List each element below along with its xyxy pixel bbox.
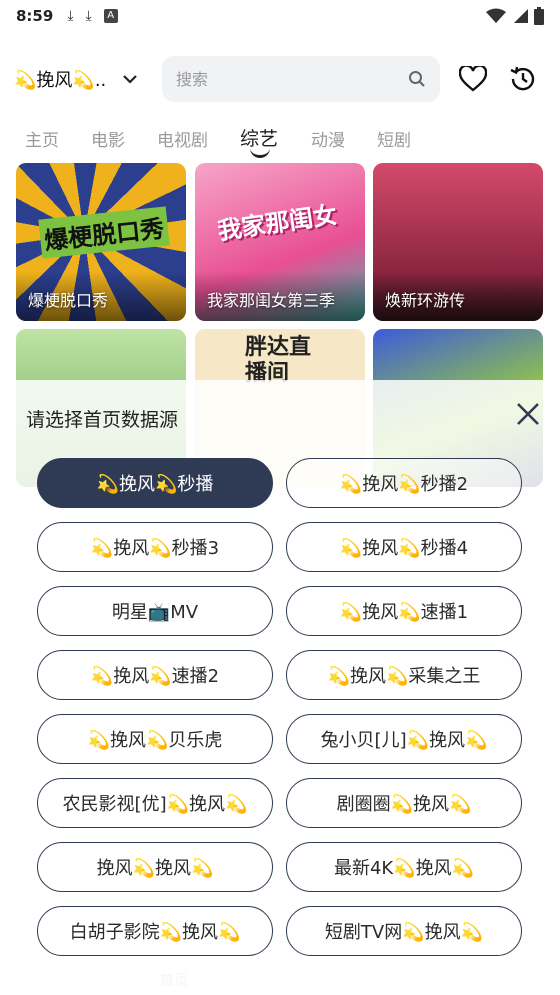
close-button[interactable] [512, 398, 544, 430]
source-option[interactable]: 短剧TV网💫挽风💫 [286, 906, 522, 956]
card-title: 爆梗脱口秀 [28, 291, 109, 310]
source-option[interactable]: 💫挽风💫秒播3 [37, 522, 273, 572]
signal-icon [514, 9, 528, 23]
source-option[interactable]: 兔小贝[儿]💫挽风💫 [286, 714, 522, 764]
source-option[interactable]: 剧圈圈💫挽风💫 [286, 778, 522, 828]
chevron-down-icon [123, 75, 138, 84]
source-option[interactable]: 农民影视[优]💫挽风💫 [37, 778, 273, 828]
tab-movie[interactable]: 电影 [91, 126, 125, 151]
source-option[interactable]: 💫挽风💫贝乐虎 [37, 714, 273, 764]
tab-short-drama[interactable]: 短剧 [377, 126, 411, 151]
tab-home[interactable]: 主页 [25, 126, 59, 151]
card-variety[interactable]: 爆梗脱口秀 爆梗脱口秀 [16, 163, 186, 321]
tab-anime[interactable]: 动漫 [311, 126, 345, 151]
source-selector[interactable]: 💫挽风💫.. [14, 64, 138, 94]
sheet-title: 请选择首页数据源 [26, 409, 179, 431]
top-bar: 💫挽风💫.. [0, 56, 560, 104]
poster-text: 爆梗脱口秀 [38, 206, 170, 259]
card-title: 我家那闺女第三季 [207, 291, 336, 310]
download-icon: ⤓ [67, 8, 74, 24]
category-tabs: 主页 电影 电视剧 综艺 动漫 短剧 [0, 120, 560, 160]
source-option[interactable]: 最新4K💫挽风💫 [286, 842, 522, 892]
tab-tv[interactable]: 电视剧 [157, 126, 208, 151]
font-icon: A [103, 9, 118, 23]
history-button[interactable] [506, 62, 540, 96]
battery-icon [534, 7, 544, 25]
card-variety[interactable]: 焕新环游传 [373, 163, 543, 321]
search-input[interactable] [176, 69, 408, 89]
favorites-button[interactable] [456, 62, 490, 96]
source-option[interactable]: 💫挽风💫秒播 [37, 458, 273, 508]
download-icon: ⤓ [85, 8, 92, 24]
source-option[interactable]: 💫挽风💫秒播2 [286, 458, 522, 508]
heart-icon [459, 66, 487, 92]
card-title: 焕新环游传 [385, 291, 466, 310]
source-label: 💫挽风💫.. [14, 70, 107, 91]
source-option[interactable]: 挽风💫挽风💫 [37, 842, 273, 892]
status-time: 8:59 [16, 7, 54, 25]
history-icon [510, 66, 535, 91]
source-option[interactable]: 💫挽风💫速播2 [37, 650, 273, 700]
wifi-icon [486, 8, 506, 23]
source-option[interactable]: 💫挽风💫秒播4 [286, 522, 522, 572]
source-option[interactable]: 💫挽风💫采集之王 [286, 650, 522, 700]
source-option[interactable]: 白胡子影院💫挽风💫 [37, 906, 273, 956]
close-icon [517, 403, 539, 425]
search-bar[interactable] [162, 56, 440, 102]
poster-text: 我家那闺女 [215, 200, 339, 246]
card-variety[interactable]: 我家那闺女 我家那闺女第三季 [195, 163, 365, 321]
source-option[interactable]: 明星📺MV [37, 586, 273, 636]
search-icon[interactable] [408, 70, 426, 88]
status-bar: 8:59 ⤓ ⤓ A [0, 0, 560, 32]
source-option[interactable]: 💫挽风💫速播1 [286, 586, 522, 636]
